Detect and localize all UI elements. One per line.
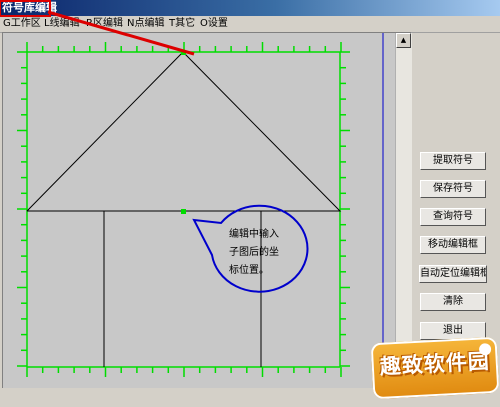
move-edit-box-button[interactable]: 移动编辑框 xyxy=(420,236,486,254)
apex-marker xyxy=(181,50,186,55)
menu-item-point-edit[interactable]: N点编辑 xyxy=(127,16,164,32)
extract-symbol-button[interactable]: 提取符号 xyxy=(420,152,486,170)
menu-item-line-edit[interactable]: L线编辑 xyxy=(44,16,80,32)
watermark-logo: 趣致软件园 xyxy=(370,336,500,400)
symbol-editor-canvas[interactable]: 编辑中输入 子图后的坐 标位置。 xyxy=(2,32,411,389)
callout-text-line-3: 标位置。 xyxy=(229,263,269,276)
callout-text-line-1: 编辑中输入 xyxy=(229,227,279,240)
query-symbol-button[interactable]: 查询符号 xyxy=(420,208,486,226)
menu-item-workspace[interactable]: G工作区 xyxy=(3,16,41,32)
title-bar: 符号库编辑 xyxy=(0,0,500,17)
save-symbol-button[interactable]: 保存符号 xyxy=(420,180,486,198)
window-title: 符号库编辑 xyxy=(2,1,57,14)
callout-text-line-2: 子图后的坐 xyxy=(229,245,279,258)
insert-point-marker xyxy=(181,209,186,214)
auto-position-edit-box-button[interactable]: 自动定位编辑框 xyxy=(419,265,487,283)
arrow-up-icon[interactable]: ▲ xyxy=(396,33,411,48)
vertical-scrollbar[interactable]: ▲ ▼ xyxy=(395,33,412,388)
watermark-text: 趣致软件园 xyxy=(379,349,491,379)
menu-item-region-edit[interactable]: R区编辑 xyxy=(86,16,123,32)
triangle-roof xyxy=(26,51,342,212)
menu-item-other[interactable]: T其它 xyxy=(169,16,195,32)
clear-button[interactable]: 清除 xyxy=(420,293,486,311)
canvas-drawing[interactable]: 编辑中输入 子图后的坐 标位置。 xyxy=(3,33,397,389)
menu-item-settings[interactable]: O设置 xyxy=(200,16,228,32)
menu-bar: G工作区 L线编辑 R区编辑 N点编辑 T其它 O设置 xyxy=(0,16,500,33)
